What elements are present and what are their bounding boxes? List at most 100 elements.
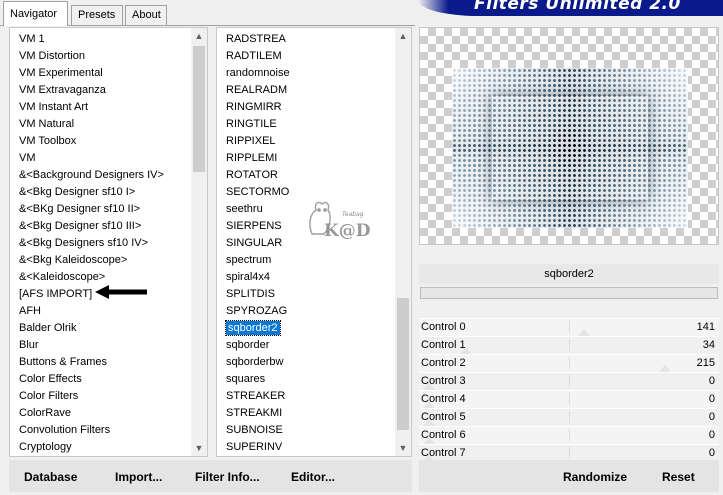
category-item[interactable]: VM Experimental <box>10 65 164 82</box>
filter-item[interactable]: SUBNOISE <box>217 422 290 439</box>
slider-thumb-icon[interactable] <box>423 383 435 390</box>
filter-item[interactable]: SINGULAR <box>217 235 290 252</box>
filter-item[interactable]: SUPERINV <box>217 439 290 456</box>
filter-scroll-thumb[interactable] <box>397 298 409 430</box>
filter-item[interactable]: RADSTREA <box>217 31 290 48</box>
control-slider-3[interactable]: Control 30 <box>419 372 719 390</box>
category-item[interactable]: Color Filters <box>10 388 164 405</box>
category-item[interactable]: VM Extravaganza <box>10 82 164 99</box>
tab-navigator[interactable]: Navigator <box>3 1 68 26</box>
control-slider-1[interactable]: Control 1 34 <box>419 336 719 354</box>
category-item[interactable]: Cryptology <box>10 439 164 456</box>
control-slider-4[interactable]: Control 40 <box>419 390 719 408</box>
control-value: 0 <box>708 447 715 459</box>
filter-item[interactable]: SIERPENS <box>217 218 290 235</box>
filter-item[interactable]: SPLITDIS <box>217 286 290 303</box>
category-item[interactable]: VM Distortion <box>10 48 164 65</box>
filter-item[interactable]: RIPPIXEL <box>217 133 290 150</box>
arrow-callout-icon <box>95 285 147 299</box>
slider-thumb-icon[interactable] <box>659 365 671 372</box>
control-value: 0 <box>708 429 715 441</box>
tab-about[interactable]: About <box>125 5 167 25</box>
scroll-up-icon[interactable]: ▲ <box>395 28 411 44</box>
category-item[interactable]: Distortion Filters <box>10 456 164 457</box>
filter-item[interactable]: sqborder2 <box>217 320 290 337</box>
filter-item[interactable]: squares <box>217 371 290 388</box>
control-value: 0 <box>708 375 715 387</box>
category-item-label: &<Bkg Designer sf10 I> <box>19 186 136 198</box>
category-item[interactable]: &<Bkg Kaleidoscope> <box>10 252 164 269</box>
category-item[interactable]: &<Bkg Designer sf10 III> <box>10 218 164 235</box>
category-item[interactable]: VM <box>10 150 164 167</box>
category-item[interactable]: Convolution Filters <box>10 422 164 439</box>
reset-button[interactable]: Reset <box>662 470 695 484</box>
control-slider-0[interactable]: Control 0 141 <box>419 318 719 336</box>
category-item[interactable]: &<Bkg Designer sf10 I> <box>10 184 164 201</box>
filter-item[interactable]: STREAKER <box>217 388 290 405</box>
filter-item[interactable]: sqborderbw <box>217 354 290 371</box>
category-item[interactable]: AFH <box>10 303 164 320</box>
category-scrollbar[interactable]: ▲ ▼ <box>191 28 207 456</box>
filter-item[interactable]: REALRADM <box>217 82 290 99</box>
filter-item[interactable]: spectrum <box>217 252 290 269</box>
category-item[interactable]: Blur <box>10 337 164 354</box>
app-banner: Filters Unlimited 2.0 <box>418 0 723 16</box>
filter-item[interactable]: STREAKMI <box>217 405 290 422</box>
category-item[interactable]: &<Bkg Designers sf10 IV> <box>10 235 164 252</box>
slider-thumb-icon[interactable] <box>423 401 435 408</box>
filter-item-label: squares <box>226 373 266 385</box>
scroll-down-icon[interactable]: ▼ <box>191 440 207 456</box>
filter-item-label: RADSTREA <box>226 33 286 45</box>
filter-item[interactable]: RADTILEM <box>217 48 290 65</box>
control-slider-2[interactable]: Control 2 215 <box>419 354 719 372</box>
category-scroll-thumb[interactable] <box>193 46 205 172</box>
filter-scrollbar[interactable]: ▲ ▼ <box>395 28 411 456</box>
category-item[interactable]: Color Effects <box>10 371 164 388</box>
slider-thumb-icon[interactable] <box>460 347 472 354</box>
filter-item[interactable]: SPYROZAG <box>217 303 290 320</box>
control-slider-5[interactable]: Control 50 <box>419 408 719 426</box>
filter-list[interactable]: RADSTREA RADTILEM randomnoise REALRADM RINGM… <box>216 27 412 457</box>
control-slider-6[interactable]: Control 60 <box>419 426 719 444</box>
category-list[interactable]: VM 1 VM Distortion VM Experimental VM Extra… <box>9 27 208 457</box>
scroll-down-icon[interactable]: ▼ <box>395 440 411 456</box>
category-item[interactable]: VM Natural <box>10 116 164 133</box>
category-item[interactable]: VM Instant Art <box>10 99 164 116</box>
filter-item[interactable]: RINGMIRR <box>217 99 290 116</box>
filter-item[interactable]: ROTATOR <box>217 167 290 184</box>
slider-thumb-icon[interactable] <box>423 419 435 426</box>
filter-item-label: seethru <box>226 203 263 215</box>
slider-thumb-icon[interactable] <box>423 437 435 444</box>
app-title: Filters Unlimited 2.0 <box>474 0 681 14</box>
filter-item[interactable]: RIPPLEMI <box>217 150 290 167</box>
filter-item[interactable]: SECTORMO <box>217 184 290 201</box>
category-item[interactable]: VM Toolbox <box>10 133 164 150</box>
category-items: VM 1 VM Distortion VM Experimental VM Extra… <box>10 31 164 457</box>
filter-info-button[interactable]: Filter Info... <box>195 470 260 484</box>
preview-image <box>452 68 688 228</box>
category-item[interactable]: ColorRave <box>10 405 164 422</box>
filter-item[interactable]: sqborder <box>217 337 290 354</box>
filter-item[interactable]: randomnoise <box>217 65 290 82</box>
category-item[interactable]: &<Kaleidoscope> <box>10 269 164 286</box>
control-value: 141 <box>696 321 715 333</box>
filter-item[interactable]: RINGTILE <box>217 116 290 133</box>
filter-item-label: SIERPENS <box>226 220 282 232</box>
import-button[interactable]: Import... <box>115 470 162 484</box>
editor-button[interactable]: Editor... <box>291 470 335 484</box>
slider-thumb-icon[interactable] <box>578 329 590 336</box>
category-item[interactable]: &<Background Designers IV> <box>10 167 164 184</box>
category-item[interactable]: Balder Olrik <box>10 320 164 337</box>
scroll-up-icon[interactable]: ▲ <box>191 28 207 44</box>
filter-item[interactable]: seethru <box>217 201 290 218</box>
category-item[interactable]: Buttons & Frames <box>10 354 164 371</box>
filter-item[interactable]: SWIRL <box>217 456 290 457</box>
filter-item[interactable]: spiral4x4 <box>217 269 290 286</box>
tab-presets[interactable]: Presets <box>71 5 123 25</box>
category-item[interactable]: &<BKg Designer sf10 II> <box>10 201 164 218</box>
database-button[interactable]: Database <box>24 470 77 484</box>
randomize-button[interactable]: Randomize <box>563 470 627 484</box>
category-item[interactable]: VM 1 <box>10 31 164 48</box>
category-item-label: Cryptology <box>19 441 72 453</box>
category-item-label: VM Experimental <box>19 67 103 79</box>
